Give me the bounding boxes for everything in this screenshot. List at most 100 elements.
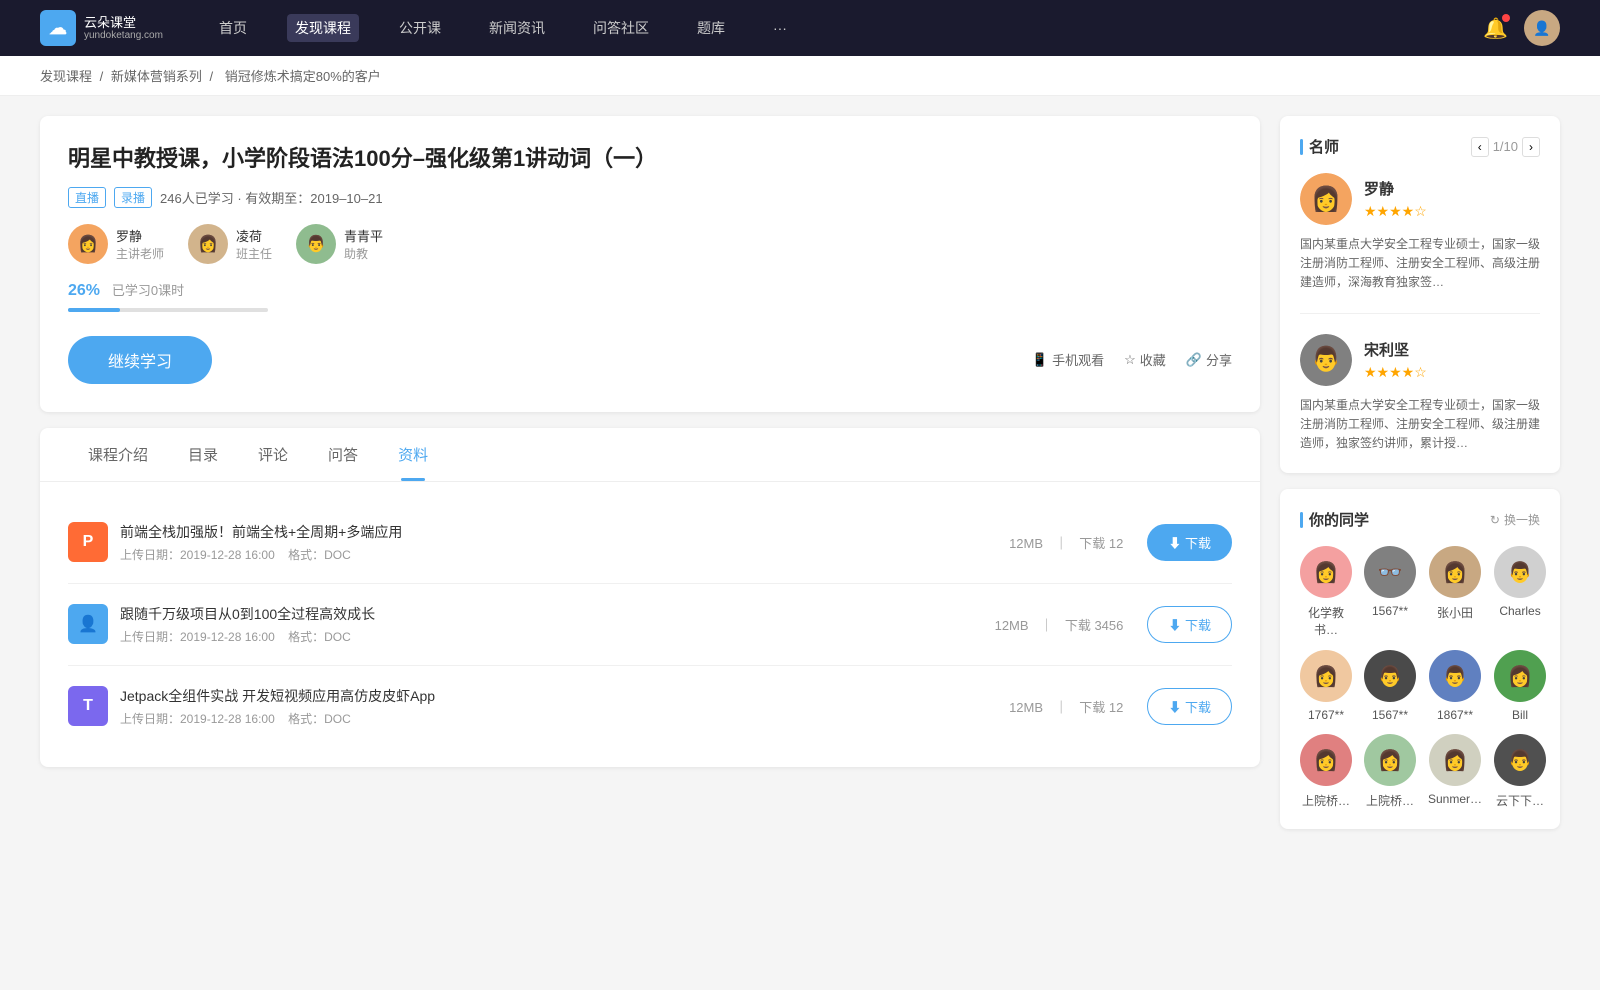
teacher-sidebar-2-desc: 国内某重点大学安全工程专业硕士，国家一级注册消防工程师、注册安全工程师、级注册建…	[1300, 396, 1540, 454]
navbar: ☁ 云朵课堂 yundoketang.com 首页 发现课程 公开课 新闻资讯 …	[0, 0, 1600, 56]
teacher-sidebar-2-avatar-img: 👨	[1300, 334, 1352, 386]
student-10-name: 上院桥…	[1366, 792, 1414, 809]
progress-bar-bg	[68, 308, 268, 312]
share-label: 分享	[1206, 350, 1232, 369]
resource-2-date: 上传日期：2019-12-28 16:00	[120, 630, 275, 644]
nav-home[interactable]: 首页	[211, 14, 255, 42]
student-3[interactable]: 👩 张小田	[1428, 546, 1482, 638]
teacher-2-avatar: 👩	[188, 224, 228, 264]
tabs-card: 课程介绍 目录 评论 问答 资料 P 前端全栈加强版！前端全栈+全周期+多端应用…	[40, 428, 1260, 767]
teacher-1-avatar: 👩	[68, 224, 108, 264]
nav-quiz[interactable]: 题库	[689, 14, 733, 42]
resource-1-info: 前端全栈加强版！前端全栈+全周期+多端应用 上传日期：2019-12-28 16…	[120, 522, 1009, 563]
nav-news[interactable]: 新闻资讯	[481, 14, 553, 42]
student-7-name: 1867**	[1437, 708, 1473, 722]
student-8[interactable]: 👩 Bill	[1494, 650, 1546, 722]
teacher-3: 👨 青青平 助教	[296, 224, 383, 264]
student-9[interactable]: 👩 上院桥…	[1300, 734, 1352, 809]
student-3-avatar: 👩	[1429, 546, 1481, 598]
logo-text-block: 云朵课堂 yundoketang.com	[84, 15, 163, 42]
sidebar: 名师 ‹ 1/10 › 👩 罗静 ★★★★☆ 国内某重点大学	[1280, 116, 1560, 845]
teacher-sidebar-1-stars: ★★★★☆	[1364, 203, 1427, 220]
student-9-avatar: 👩	[1300, 734, 1352, 786]
resource-1-meta: 上传日期：2019-12-28 16:00 格式：DOC	[120, 546, 1009, 563]
notification-bell[interactable]: 🔔	[1483, 16, 1508, 41]
teacher-3-avatar-img: 👨	[296, 224, 336, 264]
logo[interactable]: ☁ 云朵课堂 yundoketang.com	[40, 10, 163, 46]
students-sidebar-card: 你的同学 ↻ 换一换 👩 化学教书… 👓 1567** 👩 张小田	[1280, 489, 1560, 829]
teachers-next-button[interactable]: ›	[1522, 137, 1540, 157]
student-7[interactable]: 👨 1867**	[1428, 650, 1482, 722]
breadcrumb-link-series[interactable]: 新媒体营销系列	[111, 69, 202, 84]
progress-bar-fill	[68, 308, 120, 312]
mobile-view-link[interactable]: 📱 手机观看	[1032, 350, 1104, 369]
student-5[interactable]: 👩 1767**	[1300, 650, 1352, 722]
nav-open[interactable]: 公开课	[391, 14, 449, 42]
student-4-avatar: 👨	[1494, 546, 1546, 598]
student-2[interactable]: 👓 1567**	[1364, 546, 1416, 638]
tabs-header: 课程介绍 目录 评论 问答 资料	[40, 428, 1260, 482]
nav-discover[interactable]: 发现课程	[287, 14, 359, 42]
resource-3-date: 上传日期：2019-12-28 16:00	[120, 712, 275, 726]
logo-sub: yundoketang.com	[84, 30, 163, 41]
resource-1-download-button[interactable]: ⬇ 下载	[1147, 524, 1232, 561]
tab-directory[interactable]: 目录	[168, 428, 238, 481]
student-3-name: 张小田	[1437, 604, 1473, 621]
student-5-avatar: 👩	[1300, 650, 1352, 702]
main-layout: 明星中教授课，小学阶段语法100分–强化级第1讲动词（一） 直播 录播 246人…	[0, 96, 1600, 865]
resource-3-download-button[interactable]: ⬇ 下载	[1147, 688, 1232, 725]
teacher-1-avatar-img: 👩	[68, 224, 108, 264]
teachers-prev-button[interactable]: ‹	[1471, 137, 1489, 157]
avatar-icon: 👤	[1533, 20, 1550, 37]
student-11-avatar: 👩	[1429, 734, 1481, 786]
user-avatar[interactable]: 👤	[1524, 10, 1560, 46]
students-sidebar-header: 你的同学 ↻ 换一换	[1300, 509, 1540, 530]
logo-icon: ☁	[40, 10, 76, 46]
resource-item-2: 👤 跟随千万级项目从0到100全过程高效成长 上传日期：2019-12-28 1…	[68, 584, 1232, 666]
share-link[interactable]: 🔗 分享	[1186, 350, 1232, 369]
student-5-name: 1767**	[1308, 708, 1344, 722]
resource-2-download-button[interactable]: ⬇ 下载	[1147, 606, 1232, 643]
resource-2-format: 格式：DOC	[288, 630, 351, 644]
teacher-sidebar-2-stars: ★★★★☆	[1364, 364, 1427, 381]
nav-qa[interactable]: 问答社区	[585, 14, 657, 42]
refresh-icon: ↻	[1490, 513, 1500, 527]
student-1[interactable]: 👩 化学教书…	[1300, 546, 1352, 638]
teacher-3-role: 助教	[344, 245, 383, 262]
student-4[interactable]: 👨 Charles	[1494, 546, 1546, 638]
favorite-link[interactable]: ☆ 收藏	[1124, 350, 1166, 369]
resource-item-1: P 前端全栈加强版！前端全栈+全周期+多端应用 上传日期：2019-12-28 …	[68, 502, 1232, 584]
progress-section: 26% 已学习0课时	[68, 280, 1232, 312]
nav-more[interactable]: ···	[765, 16, 795, 40]
student-2-avatar: 👓	[1364, 546, 1416, 598]
student-12[interactable]: 👨 云下下…	[1494, 734, 1546, 809]
teacher-3-info: 青青平 助教	[344, 226, 383, 262]
resource-2-name: 跟随千万级项目从0到100全过程高效成长	[120, 604, 995, 624]
breadcrumb-link-discover[interactable]: 发现课程	[40, 69, 92, 84]
tab-qa[interactable]: 问答	[308, 428, 378, 481]
continue-learning-button[interactable]: 继续学习	[68, 336, 212, 384]
students-grid: 👩 化学教书… 👓 1567** 👩 张小田 👨 Charles 👩	[1300, 546, 1540, 809]
refresh-students-button[interactable]: ↻ 换一换	[1490, 511, 1540, 528]
student-11[interactable]: 👩 Sunmer…	[1428, 734, 1482, 809]
badge-record: 录播	[114, 187, 152, 208]
teacher-sidebar-1-top: 👩 罗静 ★★★★☆	[1300, 173, 1540, 225]
teacher-sidebar-1-desc: 国内某重点大学安全工程专业硕士，国家一级注册消防工程师、注册安全工程师、高级注册…	[1300, 235, 1540, 293]
tab-comments[interactable]: 评论	[238, 428, 308, 481]
student-6[interactable]: 👨 1567**	[1364, 650, 1416, 722]
student-10[interactable]: 👩 上院桥…	[1364, 734, 1416, 809]
student-7-avatar: 👨	[1429, 650, 1481, 702]
student-8-name: Bill	[1512, 708, 1528, 722]
resource-2-icon: 👤	[68, 604, 108, 644]
resource-3-info: Jetpack全组件实战 开发短视频应用高仿皮皮虾App 上传日期：2019-1…	[120, 686, 1009, 727]
resource-1-format: 格式：DOC	[288, 548, 351, 562]
content-area: 明星中教授课，小学阶段语法100分–强化级第1讲动词（一） 直播 录播 246人…	[40, 116, 1260, 845]
course-badges: 直播 录播 246人已学习 · 有效期至：2019–10–21	[68, 187, 1232, 208]
resource-2-meta: 上传日期：2019-12-28 16:00 格式：DOC	[120, 628, 995, 645]
course-title: 明星中教授课，小学阶段语法100分–强化级第1讲动词（一）	[68, 144, 1232, 175]
tab-intro[interactable]: 课程介绍	[68, 428, 168, 481]
resource-1-downloads: 下载 12	[1079, 536, 1123, 551]
teacher-3-avatar: 👨	[296, 224, 336, 264]
breadcrumb: 发现课程 / 新媒体营销系列 / 销冠修炼术搞定80%的客户	[0, 56, 1600, 96]
tab-resources[interactable]: 资料	[378, 428, 448, 481]
